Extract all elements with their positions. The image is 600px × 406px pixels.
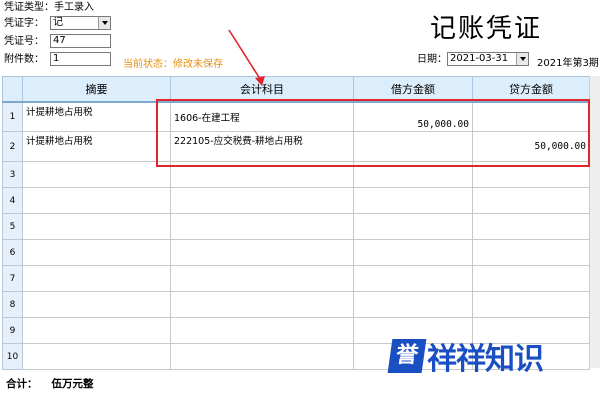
credit-cell[interactable] [472,239,590,266]
highlight-box [156,99,590,167]
summary-cell[interactable] [22,317,171,344]
voucher-header: 凭证类型：手工录入 凭证字： 记 凭证号： 47 附件数： 1 当前状态：修改未… [0,0,600,72]
row-number: 2 [2,131,23,162]
column-header-credit[interactable]: 贷方金额 [472,76,590,103]
row-number: 7 [2,265,23,292]
attachments-label: 附件数： [4,54,44,65]
summary-cell[interactable] [22,265,171,292]
row-number: 8 [2,291,23,318]
credit-cell[interactable] [472,187,590,214]
summary-cell[interactable] [22,161,171,188]
column-header-rownum [2,76,23,103]
chevron-down-icon[interactable] [98,17,110,29]
summary-cell[interactable] [22,291,171,318]
debit-cell[interactable] [353,213,473,240]
watermark-box: 誉 [387,339,427,373]
account-cell[interactable] [170,213,354,240]
table-row[interactable]: 7 [2,265,590,292]
column-header-account[interactable]: 会计科目 [170,76,354,103]
row-number: 9 [2,317,23,344]
row-number: 4 [2,187,23,214]
row-number: 1 [2,101,23,132]
attachments-input[interactable]: 1 [50,52,111,66]
credit-cell[interactable] [472,213,590,240]
debit-cell[interactable] [353,187,473,214]
column-header-debit[interactable]: 借方金额 [353,76,473,103]
voucher-word-select[interactable]: 记 [50,16,111,30]
voucher-type-label: 凭证类型：手工录入 [4,2,94,14]
summary-cell[interactable]: 计提耕地占用税 [22,101,171,132]
summary-cell[interactable] [22,187,171,214]
table-row[interactable]: 6 [2,239,590,266]
row-number: 6 [2,239,23,266]
voucher-no-label: 凭证号： [4,36,44,47]
summary-cell[interactable] [22,343,171,370]
total-value: 伍万元整 [51,378,94,390]
debit-cell[interactable] [353,265,473,292]
table-row[interactable]: 5 [2,213,590,240]
debit-cell[interactable] [353,239,473,266]
credit-cell[interactable] [472,265,590,292]
row-number: 3 [2,161,23,188]
account-cell[interactable] [170,187,354,214]
chevron-down-icon[interactable] [516,53,528,65]
total-row: 合计： 伍万元整 [6,376,94,391]
table-row[interactable]: 8 [2,291,590,318]
row-number: 10 [2,343,23,370]
vertical-scrollbar[interactable] [589,76,600,368]
voucher-word-value: 记 [53,17,63,28]
watermark-text: 祥祥知识 [427,342,544,377]
summary-cell[interactable] [22,213,171,240]
credit-cell[interactable] [472,291,590,318]
table-header-row: 摘要 会计科目 借方金额 贷方金额 [2,76,590,103]
row-number: 5 [2,213,23,240]
debit-cell[interactable] [353,291,473,318]
voucher-word-label: 凭证字： [4,18,44,29]
period-text: 2021年第3期 [537,58,599,69]
page-title: 记账凭证 [430,14,543,44]
status-text: 当前状态：修改未保存 [123,59,223,70]
account-cell[interactable] [170,317,354,344]
date-value: 2021-03-31 [450,53,509,64]
column-header-summary[interactable]: 摘要 [22,76,171,103]
summary-cell[interactable] [22,239,171,266]
watermark-logo: 誉 祥祥知识 [387,326,600,386]
account-cell[interactable] [170,265,354,292]
date-picker[interactable]: 2021-03-31 [447,52,529,66]
total-label: 合计： [6,378,38,390]
date-label: 日期： [417,54,447,65]
voucher-type-value: 手工录入 [54,2,94,13]
voucher-no-input[interactable]: 47 [50,34,111,48]
voucher-type-label-text: 凭证类型： [4,2,54,13]
summary-cell[interactable]: 计提耕地占用税 [22,131,171,162]
account-cell[interactable] [170,291,354,318]
account-cell[interactable] [170,239,354,266]
account-cell[interactable] [170,343,354,370]
table-row[interactable]: 4 [2,187,590,214]
